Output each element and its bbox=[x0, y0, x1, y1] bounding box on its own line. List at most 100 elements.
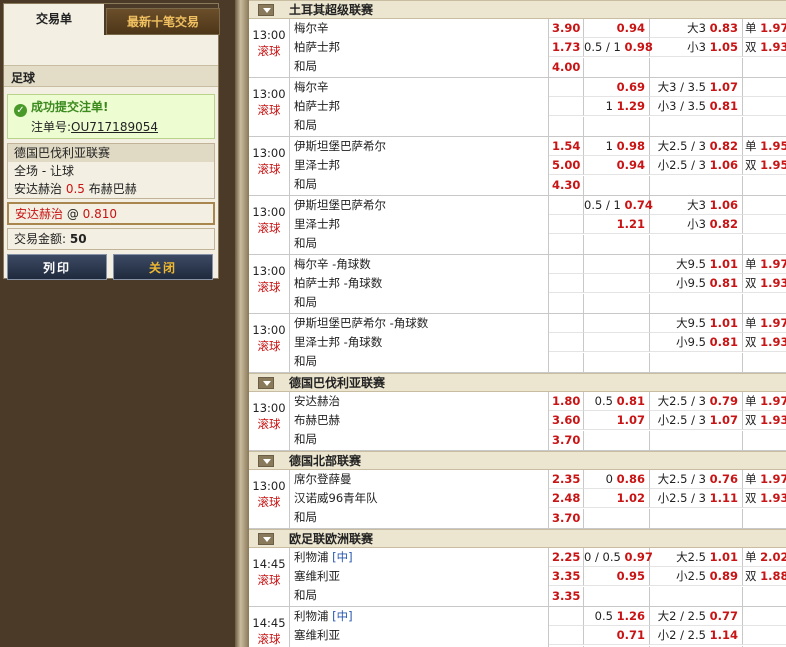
odds-odd-even[interactable] bbox=[743, 176, 786, 195]
order-number[interactable]: OU717189054 bbox=[71, 120, 158, 134]
odds-over-under[interactable] bbox=[650, 509, 743, 528]
collapse-icon[interactable] bbox=[258, 533, 274, 545]
odds-1x2[interactable] bbox=[549, 294, 584, 313]
odds-odd-even[interactable]: 单 1.97 bbox=[743, 392, 786, 411]
odds-odd-even[interactable]: 双 1.93 bbox=[743, 333, 786, 352]
league-header[interactable]: 德国北部联赛 bbox=[249, 451, 786, 470]
odds-handicap[interactable] bbox=[584, 431, 650, 450]
odds-over-under[interactable]: 大2.5 / 3 0.82 bbox=[650, 137, 743, 156]
odds-1x2[interactable]: 1.54 bbox=[549, 137, 584, 156]
odds-over-under[interactable]: 大2 / 2.5 0.77 bbox=[650, 607, 743, 626]
odds-handicap[interactable]: 0.5 1.26 bbox=[584, 607, 650, 626]
odds-odd-even[interactable] bbox=[743, 294, 786, 313]
odds-handicap[interactable]: 0.71 bbox=[584, 626, 650, 645]
odds-handicap[interactable]: 1.21 bbox=[584, 215, 650, 234]
odds-odd-even[interactable]: 双 1.88 bbox=[743, 567, 786, 586]
odds-1x2[interactable]: 4.00 bbox=[549, 58, 584, 77]
odds-1x2[interactable]: 1.73 bbox=[549, 38, 584, 57]
odds-over-under[interactable] bbox=[650, 353, 743, 372]
odds-1x2[interactable]: 3.70 bbox=[549, 509, 584, 528]
odds-odd-even[interactable]: 双 1.95 bbox=[743, 156, 786, 175]
odds-1x2[interactable] bbox=[549, 626, 584, 645]
odds-odd-even[interactable] bbox=[743, 78, 786, 97]
odds-odd-even[interactable] bbox=[743, 587, 786, 606]
league-header[interactable]: 欧足联欧洲联赛 bbox=[249, 529, 786, 548]
odds-over-under[interactable]: 小3 1.05 bbox=[650, 38, 743, 57]
odds-odd-even[interactable]: 双 1.93 bbox=[743, 274, 786, 293]
odds-odd-even[interactable]: 单 1.97 bbox=[743, 470, 786, 489]
odds-handicap[interactable]: 0.5 / 1 0.98 bbox=[584, 38, 653, 57]
odds-handicap[interactable] bbox=[584, 274, 650, 293]
odds-odd-even[interactable] bbox=[743, 431, 786, 450]
collapse-icon[interactable] bbox=[258, 455, 274, 467]
league-header[interactable]: 德国巴伐利亚联赛 bbox=[249, 373, 786, 392]
odds-odd-even[interactable]: 单 2.02 bbox=[743, 548, 786, 567]
odds-over-under[interactable] bbox=[650, 587, 743, 606]
odds-over-under[interactable]: 大2.5 / 3 0.79 bbox=[650, 392, 743, 411]
odds-1x2[interactable] bbox=[549, 117, 584, 136]
odds-handicap[interactable]: 0.94 bbox=[584, 19, 650, 38]
odds-over-under[interactable]: 小9.5 0.81 bbox=[650, 274, 743, 293]
odds-odd-even[interactable] bbox=[743, 626, 786, 645]
odds-1x2[interactable] bbox=[549, 255, 584, 274]
tab-bet-slip[interactable]: 交易单 bbox=[4, 4, 104, 35]
odds-over-under[interactable]: 小2.5 / 3 1.07 bbox=[650, 411, 743, 430]
odds-handicap[interactable] bbox=[584, 58, 650, 77]
odds-1x2[interactable] bbox=[549, 607, 584, 626]
odds-over-under[interactable] bbox=[650, 176, 743, 195]
odds-1x2[interactable]: 3.60 bbox=[549, 411, 584, 430]
collapse-icon[interactable] bbox=[258, 377, 274, 389]
odds-handicap[interactable]: 0.69 bbox=[584, 78, 650, 97]
odds-odd-even[interactable] bbox=[743, 196, 786, 215]
odds-handicap[interactable]: 0.95 bbox=[584, 567, 650, 586]
odds-over-under[interactable] bbox=[650, 235, 743, 254]
odds-1x2[interactable] bbox=[549, 314, 584, 333]
odds-1x2[interactable] bbox=[549, 235, 584, 254]
odds-over-under[interactable]: 大2.5 1.01 bbox=[650, 548, 743, 567]
odds-handicap[interactable] bbox=[584, 353, 650, 372]
odds-handicap[interactable]: 0.5 / 1 0.74 bbox=[584, 196, 653, 215]
odds-1x2[interactable]: 3.70 bbox=[549, 431, 584, 450]
odds-handicap[interactable]: 0.5 0.81 bbox=[584, 392, 650, 411]
odds-over-under[interactable]: 小2.5 0.89 bbox=[650, 567, 743, 586]
odds-over-under[interactable]: 小2.5 / 3 1.06 bbox=[650, 156, 743, 175]
odds-over-under[interactable] bbox=[650, 294, 743, 313]
odds-handicap[interactable] bbox=[584, 587, 650, 606]
odds-over-under[interactable]: 大2.5 / 3 0.76 bbox=[650, 470, 743, 489]
odds-odd-even[interactable] bbox=[743, 97, 786, 116]
odds-1x2[interactable]: 2.48 bbox=[549, 489, 584, 508]
odds-handicap[interactable]: 1.02 bbox=[584, 489, 650, 508]
odds-handicap[interactable] bbox=[584, 333, 650, 352]
odds-odd-even[interactable]: 单 1.97 bbox=[743, 314, 786, 333]
panel-divider[interactable] bbox=[235, 0, 249, 647]
odds-1x2[interactable]: 3.35 bbox=[549, 587, 584, 606]
odds-1x2[interactable] bbox=[549, 196, 584, 215]
league-header[interactable]: 土耳其超级联赛 bbox=[249, 0, 786, 19]
odds-1x2[interactable]: 2.25 bbox=[549, 548, 584, 567]
odds-1x2[interactable] bbox=[549, 97, 584, 116]
odds-over-under[interactable]: 小2.5 / 3 1.11 bbox=[650, 489, 743, 508]
odds-odd-even[interactable]: 单 1.95 bbox=[743, 137, 786, 156]
odds-handicap[interactable] bbox=[584, 255, 650, 274]
odds-1x2[interactable] bbox=[549, 274, 584, 293]
odds-over-under[interactable]: 大3 1.06 bbox=[650, 196, 743, 215]
odds-odd-even[interactable] bbox=[743, 509, 786, 528]
odds-over-under[interactable] bbox=[650, 58, 743, 77]
odds-1x2[interactable] bbox=[549, 78, 584, 97]
odds-1x2[interactable] bbox=[549, 333, 584, 352]
odds-odd-even[interactable]: 单 1.97 bbox=[743, 19, 786, 38]
odds-handicap[interactable]: 1 0.98 bbox=[584, 137, 650, 156]
odds-odd-even[interactable] bbox=[743, 353, 786, 372]
odds-handicap[interactable]: 0 / 0.5 0.97 bbox=[584, 548, 653, 567]
odds-odd-even[interactable]: 单 1.97 bbox=[743, 255, 786, 274]
odds-odd-even[interactable] bbox=[743, 235, 786, 254]
odds-handicap[interactable] bbox=[584, 117, 650, 136]
odds-over-under[interactable]: 小2 / 2.5 1.14 bbox=[650, 626, 743, 645]
odds-odd-even[interactable] bbox=[743, 58, 786, 77]
collapse-icon[interactable] bbox=[258, 4, 274, 16]
odds-1x2[interactable] bbox=[549, 353, 584, 372]
odds-odd-even[interactable]: 双 1.93 bbox=[743, 489, 786, 508]
odds-1x2[interactable]: 1.80 bbox=[549, 392, 584, 411]
print-button[interactable]: 列印 bbox=[7, 254, 107, 280]
odds-over-under[interactable]: 大3 0.83 bbox=[650, 19, 743, 38]
